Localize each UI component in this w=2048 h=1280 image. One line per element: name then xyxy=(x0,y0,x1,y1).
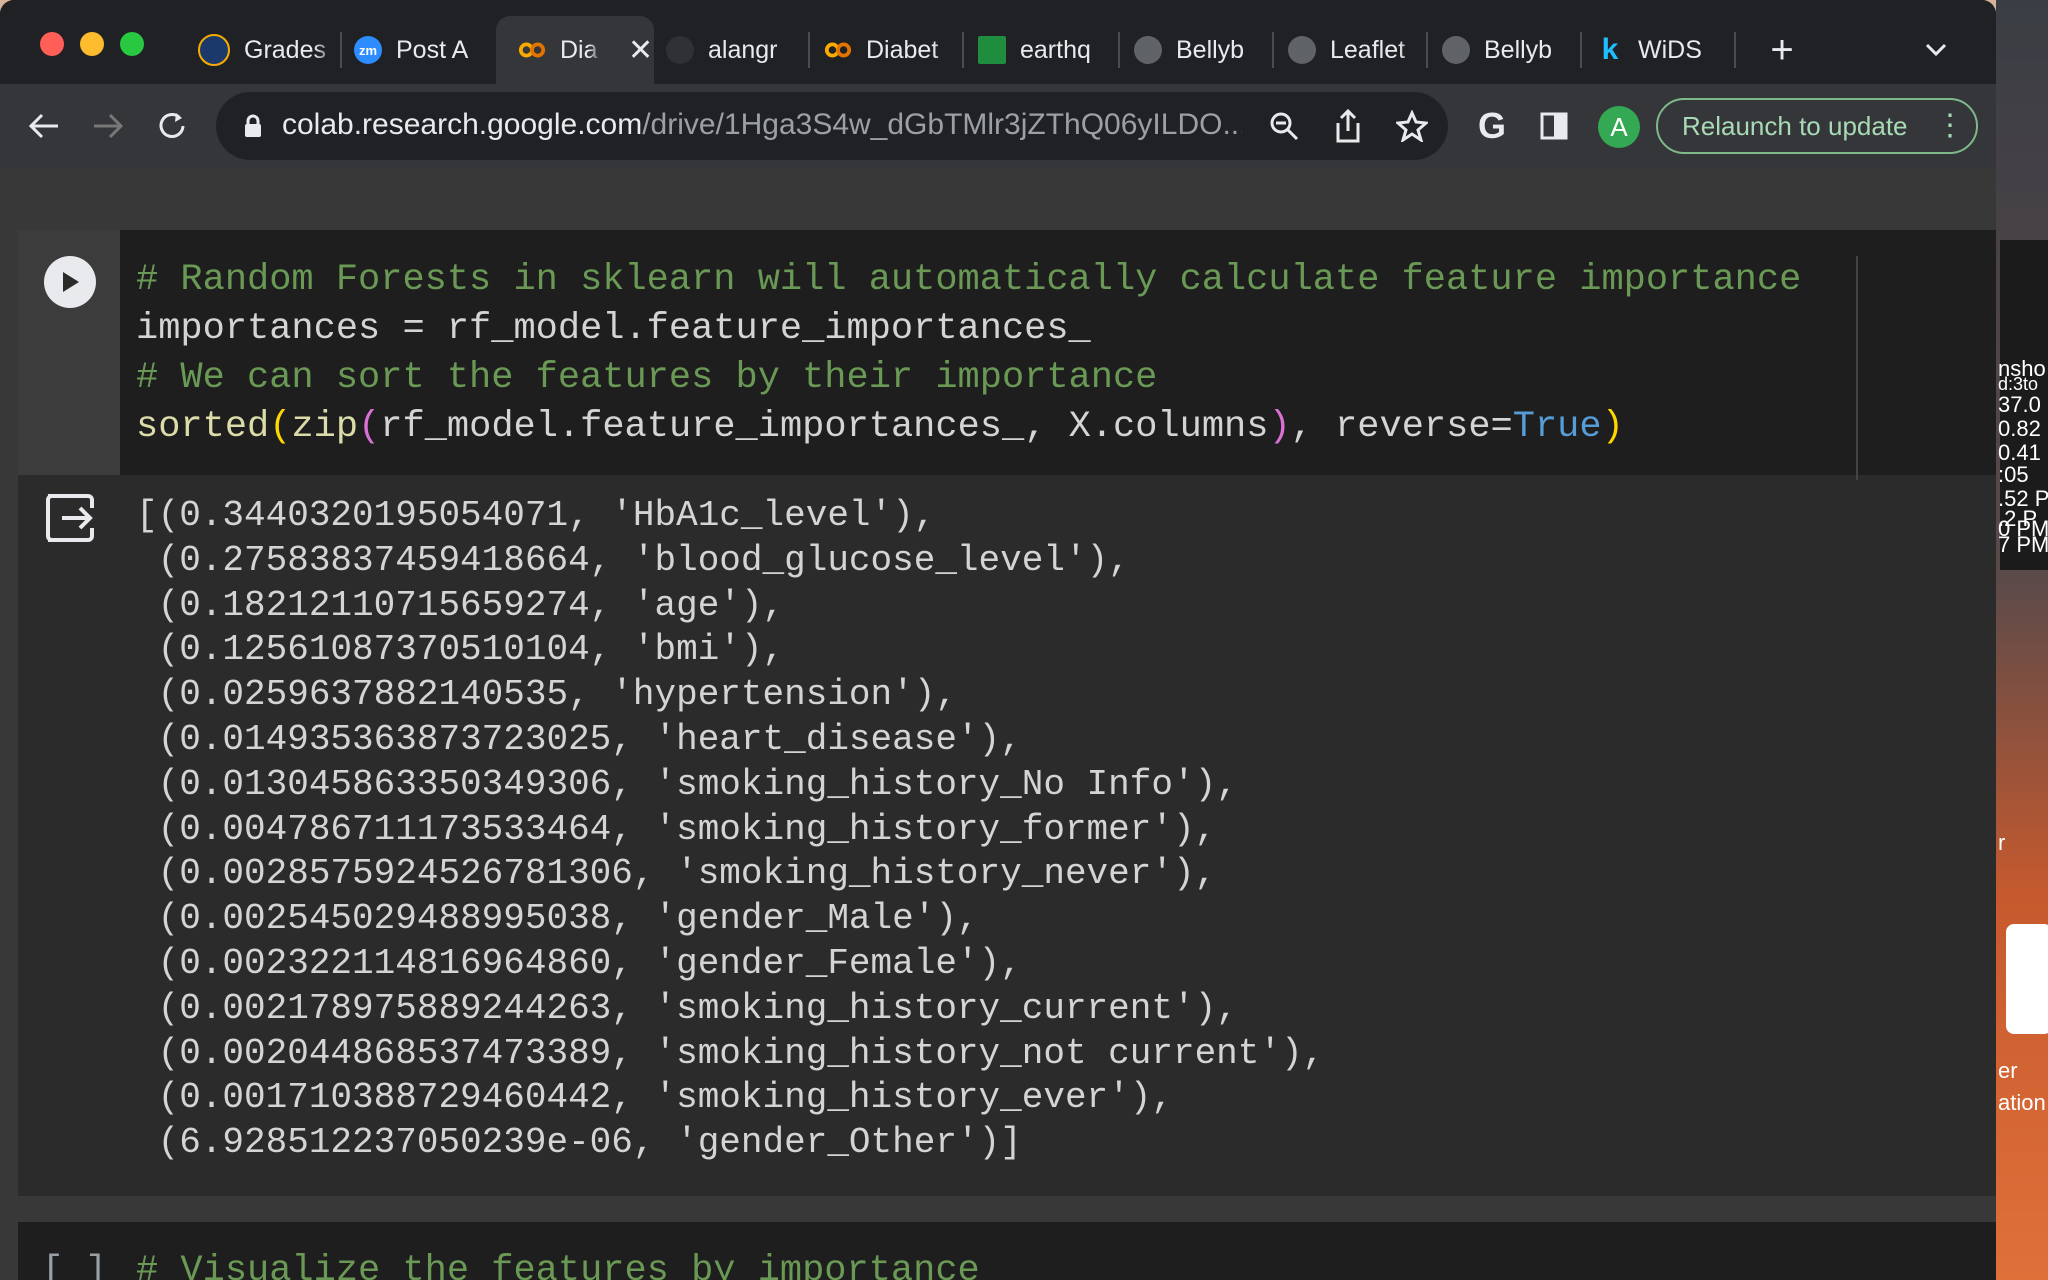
output-line: (0.014935363873723025, 'heart_disease'), xyxy=(136,718,1022,760)
bookmark-star-icon[interactable] xyxy=(1394,106,1430,146)
tab-label: earthq xyxy=(1020,35,1091,64)
run-cell-button[interactable] xyxy=(44,256,96,308)
url-text[interactable]: colab.research.google.com/drive/1Hga3S4w… xyxy=(282,108,1242,142)
tab-label: Grades xyxy=(244,35,326,64)
google-icon[interactable]: G xyxy=(1472,106,1512,146)
lock-icon[interactable] xyxy=(240,112,266,140)
desktop-text: 37.0 xyxy=(1998,392,2041,417)
tab-label: Diabet xyxy=(866,35,939,64)
code-text[interactable]: # Random Forests in sklearn will automat… xyxy=(136,256,1801,452)
output-line: (0.004786711173533464, 'smoking_history_… xyxy=(136,808,1217,850)
code-args: rf_model.feature_importances_, X.columns xyxy=(380,406,1269,448)
cell-output: [(0.3440320195054071, 'HbA1c_level'), (0… xyxy=(136,494,1324,1166)
output-icon[interactable] xyxy=(44,492,96,544)
tab-diabetes-active[interactable]: Dia ✕ xyxy=(496,16,654,84)
code-function: sorted xyxy=(136,406,270,448)
tab-earthquake[interactable]: earthq xyxy=(956,16,1112,84)
output-line: (0.27583837459418664, 'blood_glucose_lev… xyxy=(136,539,1130,581)
tab-bellybutton-2[interactable]: Bellyb xyxy=(1420,16,1574,84)
output-line: (0.013045863350349306, 'smoking_history_… xyxy=(136,763,1238,805)
output-line: (0.002044868537473389, 'smoking_history_… xyxy=(136,1032,1325,1074)
code-paren: ( xyxy=(358,406,381,448)
tab-post[interactable]: zm Post A xyxy=(332,16,494,84)
desktop-text: :05 xyxy=(1998,462,2029,487)
tab-label: alangr xyxy=(708,35,778,64)
globe-icon xyxy=(1442,36,1470,64)
side-panel-icon[interactable] xyxy=(1536,108,1572,144)
tab-diabetes[interactable]: Diabet xyxy=(802,16,956,84)
code-comment: # Random Forests in sklearn will automat… xyxy=(136,259,1802,301)
globe-icon xyxy=(1134,36,1162,64)
output-line: (6.928512237050239e-06, 'gender_Other')] xyxy=(136,1122,1022,1164)
tab-grades[interactable]: Grades xyxy=(176,16,338,84)
github-icon xyxy=(666,36,694,64)
code-function: zip xyxy=(291,406,359,448)
desktop-text: r xyxy=(1998,830,2006,855)
cell-gutter xyxy=(18,230,120,475)
share-icon[interactable] xyxy=(1330,106,1366,146)
tab-divider xyxy=(1734,32,1736,68)
tab-label: Leaflet xyxy=(1330,35,1406,64)
desktop-text: er xyxy=(1998,1058,2018,1083)
minimize-window-button[interactable] xyxy=(80,32,104,56)
tab-label: WiDS xyxy=(1638,35,1702,64)
code-comment: # We can sort the features by their impo… xyxy=(136,357,1158,399)
tab-github[interactable]: alangr xyxy=(644,16,800,84)
code-paren: ( xyxy=(269,406,292,448)
url-host: colab.research.google.com xyxy=(282,108,643,141)
grades-icon xyxy=(198,34,230,66)
colab-icon xyxy=(518,36,546,64)
desktop-text: 7 PM xyxy=(1998,532,2048,557)
desktop-text: 0.82 xyxy=(1998,416,2041,441)
output-line: (0.0028575924526781306, 'smoking_history… xyxy=(136,853,1217,895)
tab-label: Bellyb xyxy=(1176,35,1245,64)
tab-label: Post A xyxy=(396,35,469,64)
back-icon[interactable] xyxy=(24,106,64,146)
desktop-widget xyxy=(2006,924,2048,1034)
output-line: (0.0259637882140535, 'hypertension'), xyxy=(136,674,957,716)
output-line: (0.002178975889244263, 'smoking_history_… xyxy=(136,987,1238,1029)
code-paren: ) xyxy=(1601,406,1624,448)
colab-icon xyxy=(824,36,852,64)
tab-wids[interactable]: k WiDS xyxy=(1574,16,1740,84)
tab-label: Dia xyxy=(560,35,598,64)
kebab-menu-icon[interactable]: ⋮ xyxy=(1935,108,1965,144)
globe-icon xyxy=(1288,36,1316,64)
output-line: (0.002322114816964860, 'gender_Female'), xyxy=(136,942,1022,984)
relaunch-to-update-button[interactable]: Relaunch to update xyxy=(1656,98,1978,154)
new-tab-button[interactable]: + xyxy=(1762,30,1802,70)
output-line: (0.001710388729460442, 'smoking_history_… xyxy=(136,1077,1173,1119)
code-line: importances = rf_model.feature_importanc… xyxy=(136,308,1091,350)
relaunch-label: Relaunch to update xyxy=(1682,110,1908,141)
browser-window: Grades zm Post A Dia ✕ alangr Diabet ear… xyxy=(0,0,1996,1280)
tab-bar: Grades zm Post A Dia ✕ alangr Diabet ear… xyxy=(0,0,1996,84)
cell-run-bracket[interactable]: [ ] xyxy=(42,1250,107,1280)
zoom-search-icon[interactable] xyxy=(1266,108,1302,144)
close-window-button[interactable] xyxy=(40,32,64,56)
tab-bellybutton[interactable]: Bellyb xyxy=(1112,16,1266,84)
tab-label: Bellyb xyxy=(1484,35,1553,64)
output-line: (0.002545029488995038, 'gender_Male'), xyxy=(136,898,979,940)
sheet-icon xyxy=(978,36,1006,64)
maximize-window-button[interactable] xyxy=(120,32,144,56)
tab-search-chevron-icon[interactable] xyxy=(1916,32,1956,68)
output-line: (0.18212110715659274, 'age'), xyxy=(136,584,785,626)
desktop-background: nsho d:3to 37.0 0.82 0.41 :05 .52 P .2 P… xyxy=(1996,0,2048,1280)
zoom-icon: zm xyxy=(354,36,382,64)
code-paren: ) xyxy=(1268,406,1291,448)
output-line: [(0.3440320195054071, 'HbA1c_level'), xyxy=(136,495,936,536)
code-kwarg: reverse= xyxy=(1335,406,1513,448)
code-keyword: True xyxy=(1512,406,1602,448)
reload-icon[interactable] xyxy=(152,106,192,146)
desktop-text: ation xyxy=(1998,1090,2046,1115)
kaggle-icon: k xyxy=(1601,33,1619,66)
tab-leaflet[interactable]: Leaflet xyxy=(1266,16,1422,84)
forward-icon[interactable] xyxy=(88,106,128,146)
avatar[interactable]: A xyxy=(1598,106,1640,148)
next-cell-code[interactable]: # Visualize the features by importance xyxy=(136,1250,980,1280)
url-path: /drive/1Hga3S4w_dGbTMlr3jZThQ06yILDO... xyxy=(642,108,1242,141)
output-line: (0.12561087370510104, 'bmi'), xyxy=(136,629,785,671)
ruler-line xyxy=(1856,256,1858,480)
